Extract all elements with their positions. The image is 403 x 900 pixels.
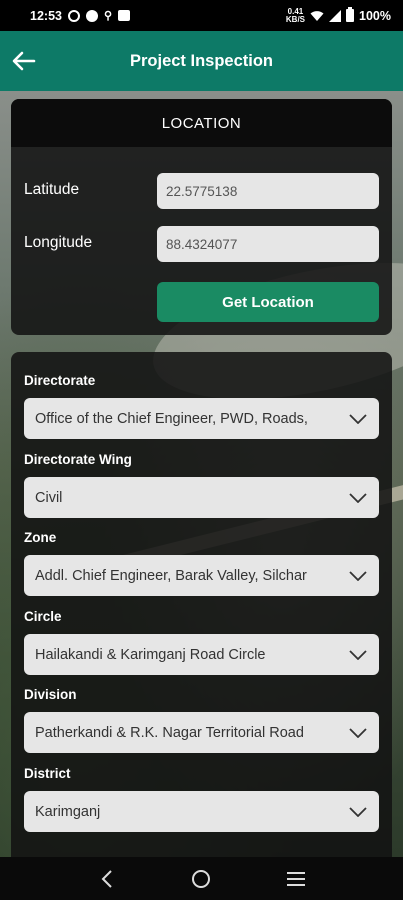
directorate-wing-value: Civil <box>35 489 63 506</box>
chevron-down-icon <box>349 492 367 503</box>
circle-value: Hailakandi & Karimganj Road Circle <box>35 646 266 663</box>
get-location-button[interactable]: Get Location <box>157 282 379 322</box>
district-select[interactable]: Karimganj <box>24 791 379 832</box>
signal-icon <box>329 9 342 22</box>
location-header: LOCATION <box>11 99 392 147</box>
nav-menu-button[interactable] <box>281 864 311 894</box>
system-nav-bar <box>0 857 403 900</box>
app-bar: Project Inspection <box>0 31 403 91</box>
vpn-icon <box>67 9 80 22</box>
usb-icon: ⚲ <box>103 10 113 22</box>
battery-level: 100% <box>359 8 391 23</box>
district-value: Karimganj <box>35 803 101 820</box>
chevron-down-icon <box>349 806 367 817</box>
nav-back-icon <box>101 869 112 888</box>
division-label: Division <box>24 687 77 702</box>
page-title: Project Inspection <box>129 51 274 70</box>
zone-select[interactable]: Addl. Chief Engineer, Barak Valley, Silc… <box>24 555 379 596</box>
status-bar: 12:53 ⚲ 0.41 KB/S 100% <box>0 0 403 31</box>
directorate-value: Office of the Chief Engineer, PWD, Roads… <box>35 410 308 427</box>
directorate-label: Directorate <box>24 373 96 388</box>
circle-label: Circle <box>24 609 62 624</box>
latitude-label: Latitude <box>24 181 80 198</box>
nav-home-button[interactable] <box>186 864 216 894</box>
chevron-down-icon <box>349 413 367 424</box>
chevron-down-icon <box>349 727 367 738</box>
chevron-down-icon <box>349 570 367 581</box>
district-label: District <box>24 766 71 781</box>
chevron-down-icon <box>349 649 367 660</box>
wifi-icon <box>310 10 324 21</box>
division-value: Patherkandi & R.K. Nagar Territorial Roa… <box>35 724 304 741</box>
form-card: Directorate Office of the Chief Engineer… <box>11 352 392 857</box>
nav-back-button[interactable] <box>92 864 122 894</box>
nav-home-icon <box>192 869 211 888</box>
location-card: LOCATION Latitude 22.5775138 Longitude 8… <box>11 99 392 335</box>
arrow-left-icon <box>12 51 36 71</box>
directorate-wing-label: Directorate Wing <box>24 452 132 467</box>
clock-icon <box>85 9 98 22</box>
nav-menu-icon <box>286 871 305 886</box>
message-icon <box>118 10 131 21</box>
back-button[interactable] <box>8 45 40 77</box>
battery-icon <box>346 7 355 22</box>
zone-label: Zone <box>24 530 57 545</box>
network-speed: 0.41 KB/S <box>285 6 306 24</box>
zone-value: Addl. Chief Engineer, Barak Valley, Silc… <box>35 567 307 584</box>
longitude-label: Longitude <box>24 234 93 251</box>
directorate-wing-select[interactable]: Civil <box>24 477 379 518</box>
circle-select[interactable]: Hailakandi & Karimganj Road Circle <box>24 634 379 675</box>
division-select[interactable]: Patherkandi & R.K. Nagar Territorial Roa… <box>24 712 379 753</box>
status-time: 12:53 <box>30 8 62 23</box>
latitude-input[interactable]: 22.5775138 <box>157 173 379 209</box>
directorate-select[interactable]: Office of the Chief Engineer, PWD, Roads… <box>24 398 379 439</box>
longitude-input[interactable]: 88.4324077 <box>157 226 379 262</box>
